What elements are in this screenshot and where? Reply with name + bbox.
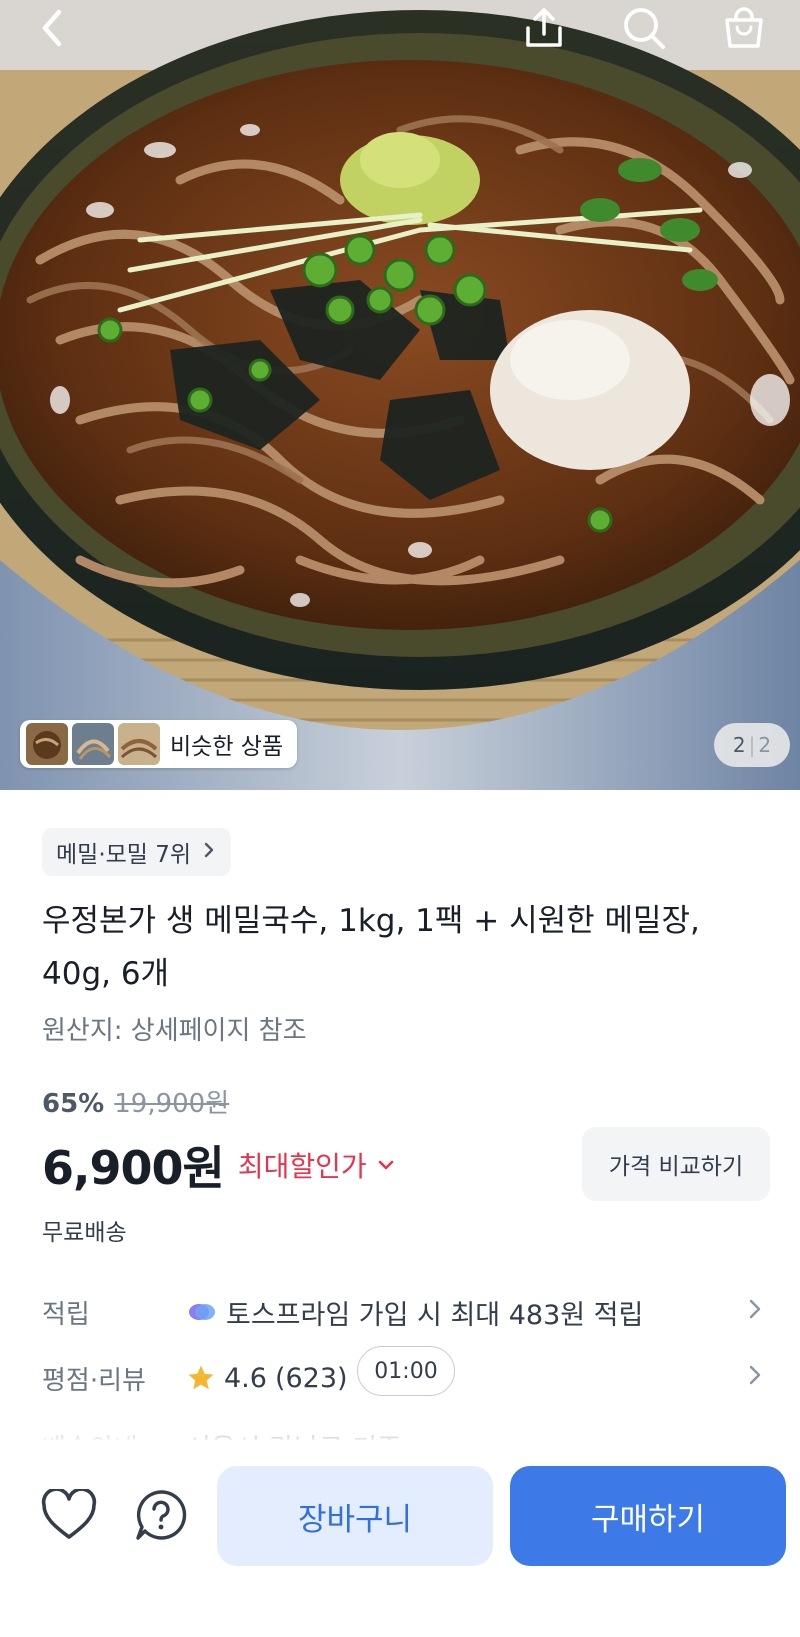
points-row[interactable]: 적립 토스프라임 가입 시 최대 483원 적립 [0,1284,800,1340]
discount-info: 65% 19,900원 [42,1083,229,1120]
points-key: 적립 [42,1299,90,1330]
add-to-cart-button[interactable]: 장바구니 [217,1466,493,1566]
review-value-wrap: 4.6 (623) [186,1363,348,1394]
shipping-info: 무료배송 [42,1220,127,1246]
similar-thumbnail [118,723,160,765]
price-row: 6,900원 최대할인가 [42,1132,395,1198]
search-icon[interactable] [620,4,668,52]
discount-percent: 65% [42,1089,105,1119]
soba-bowl-photo [0,0,800,790]
chevron-right-icon [748,1297,762,1327]
chevron-left-icon[interactable] [28,4,76,52]
chevron-down-icon [378,1160,393,1170]
similar-thumbnail [26,723,68,765]
chevron-right-icon [748,1363,762,1393]
category-rank-badge[interactable]: 메밀·모밀 7위 [42,828,232,876]
points-value: 토스프라임 가입 시 최대 483원 적립 [226,1299,644,1331]
original-price: 19,900원 [114,1089,230,1119]
page-current: 2 [732,733,746,757]
top-navigation-bar [0,0,800,56]
toss-prime-icon [189,1304,215,1320]
product-title-line: 40g, 6개 [42,956,170,992]
product-image[interactable]: 비슷한 상품 2 | 2 [0,0,800,790]
origin-info: 원산지: 상세페이지 참조 [42,1016,307,1046]
review-key: 평점·리뷰 [42,1365,146,1396]
review-count: (623) [274,1362,348,1394]
chevron-right-icon [203,840,215,864]
sale-price: 6,900원 [42,1141,225,1195]
price-compare-button[interactable]: 가격 비교하기 [582,1127,770,1201]
similar-thumbnail [72,723,114,765]
rating-value: 4.6 [224,1362,267,1394]
image-page-indicator: 2 | 2 [714,723,790,767]
similar-products-label: 비슷한 상품 [170,734,284,760]
page-total: 2 [758,733,772,757]
heart-icon[interactable] [38,1486,100,1544]
points-value-wrap: 토스프라임 가입 시 최대 483원 적립 [186,1293,643,1332]
product-title-line: 우정본가 생 메밀국수, 1kg, 1팩 + 시원한 메밀장, [42,903,700,939]
star-icon [188,1365,214,1390]
max-discount-label: 최대할인가 [237,1150,367,1183]
max-discount-toggle[interactable]: 최대할인가 [238,1145,395,1185]
similar-products-button[interactable]: 비슷한 상품 [20,720,298,768]
rank-label: 메밀·모밀 7위 [56,842,192,868]
product-title: 우정본가 생 메밀국수, 1kg, 1팩 + 시원한 메밀장, 40g, 6개 [42,895,762,1001]
page-separator: | [748,733,756,757]
shopping-bag-icon[interactable] [720,4,768,52]
question-icon[interactable] [130,1486,192,1544]
timer-badge: 01:00 [357,1346,455,1396]
share-icon[interactable] [520,4,568,52]
buy-now-button[interactable]: 구매하기 [510,1466,786,1566]
